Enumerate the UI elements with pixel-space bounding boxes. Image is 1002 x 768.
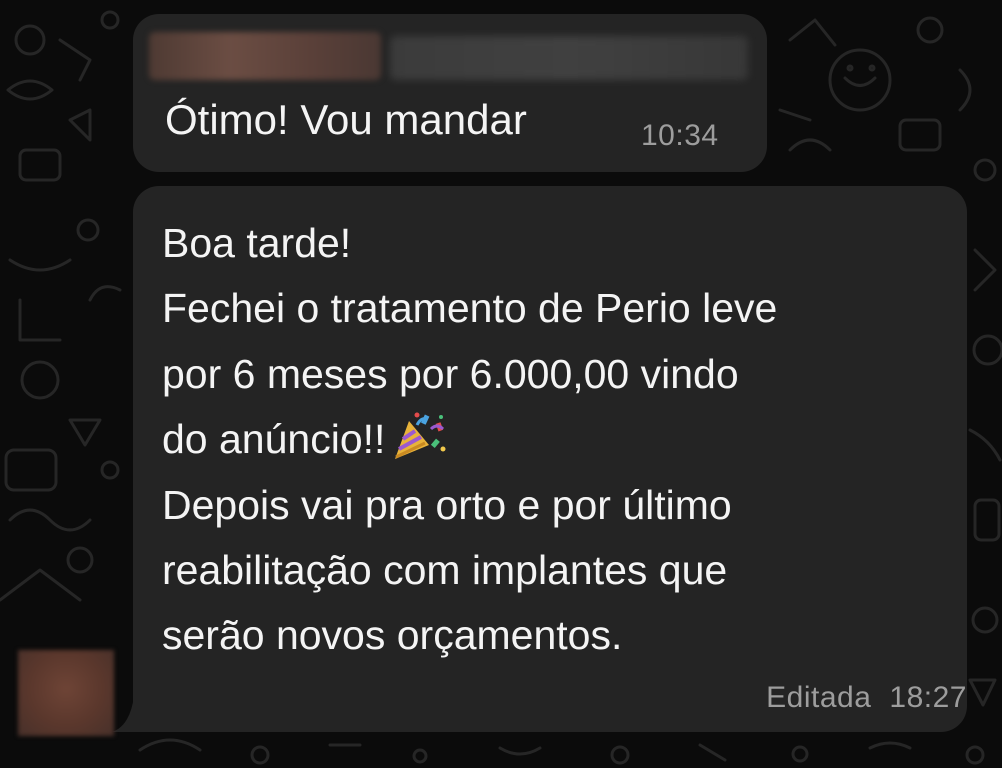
avatar[interactable] bbox=[18, 650, 114, 736]
message-line: Depois vai pra orto e por último bbox=[162, 481, 732, 528]
message-line-with-emoji: do anúncio!! bbox=[162, 407, 952, 472]
message-text: Ótimo! Vou mandar bbox=[165, 96, 527, 143]
message-line: Boa tarde! bbox=[162, 220, 352, 266]
message-text: Boa tarde! Fechei o tratamento de Perio … bbox=[162, 211, 952, 669]
bubble-tail bbox=[112, 696, 154, 732]
message-timestamp: 10:34 bbox=[641, 119, 719, 152]
message-line: do anúncio!! bbox=[162, 416, 386, 463]
message-line: por 6 meses por 6.000,00 vindo bbox=[162, 350, 739, 397]
message-meta: Editada 18:27 bbox=[766, 681, 967, 715]
sender-name-redacted bbox=[149, 32, 381, 80]
sender-phone-redacted bbox=[390, 36, 748, 80]
edited-label: Editada bbox=[766, 681, 872, 714]
message-line: serão novos orçamentos. bbox=[162, 612, 623, 659]
party-popper-icon bbox=[387, 411, 449, 463]
message-line: Fechei o tratamento de Perio leve bbox=[162, 285, 778, 332]
message-line: reabilitação com implantes que bbox=[162, 547, 728, 594]
message-timestamp: 18:27 bbox=[889, 681, 967, 714]
